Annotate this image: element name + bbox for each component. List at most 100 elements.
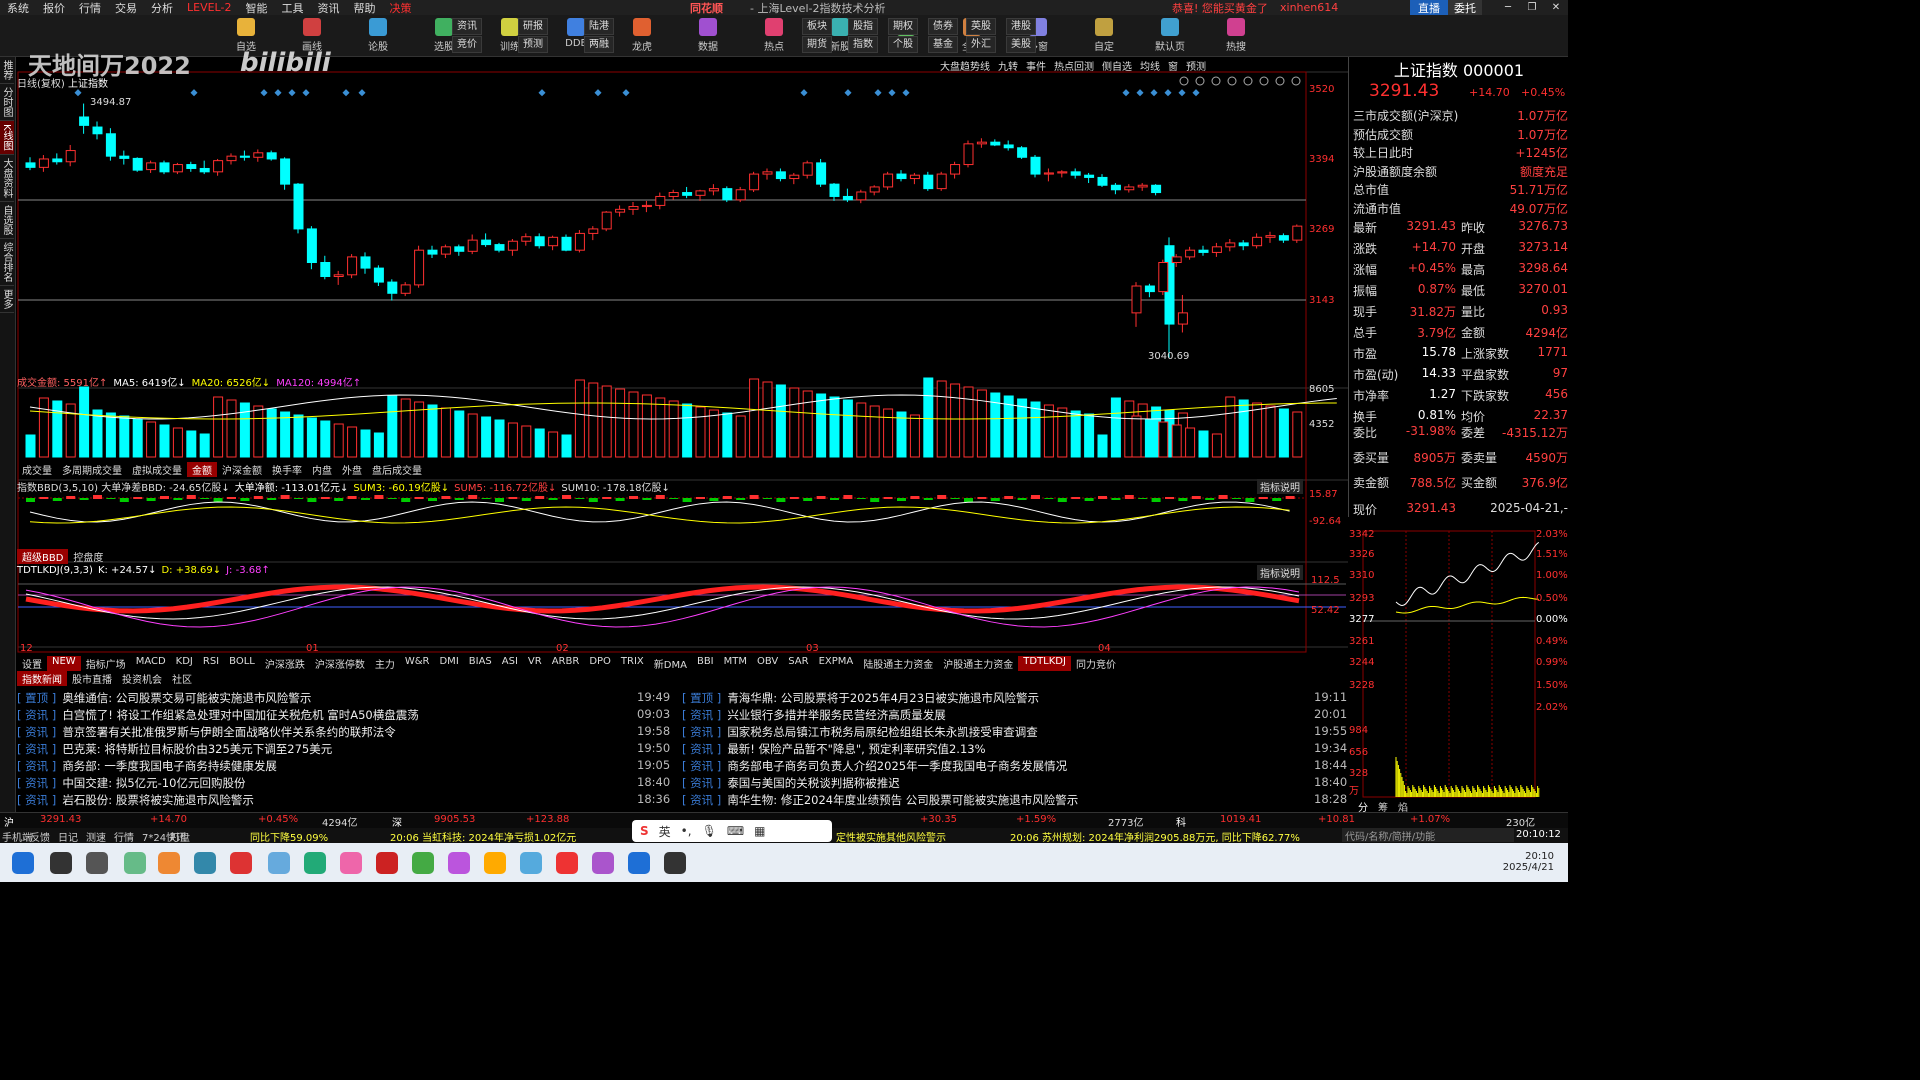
taskbar-app-icon-5[interactable] bbox=[194, 852, 216, 874]
chart-header-btn-4[interactable]: 侧自选 bbox=[1102, 58, 1132, 73]
chart-header-btn-6[interactable]: 窗 bbox=[1168, 58, 1178, 73]
news-title[interactable]: 泰国与美国的关税谈判据称被推迟 bbox=[727, 776, 900, 790]
toolbar-btn-6[interactable]: 龙虎 bbox=[626, 17, 658, 55]
indtabs-13[interactable]: ASI bbox=[497, 656, 523, 671]
indtabs-16[interactable]: DPO bbox=[584, 656, 616, 671]
menu-analysis[interactable]: 分析 bbox=[144, 0, 180, 16]
news-item[interactable]: [ 资讯 ] 商务部: 一季度我国电子商务持续健康发展 19:05 bbox=[17, 758, 670, 775]
news-title[interactable]: 商务部电子商务司负责人介绍2025年一季度我国电子商务发展情况 bbox=[727, 759, 1067, 773]
minimize-icon[interactable]: ─ bbox=[1496, 0, 1520, 15]
voltabs-0[interactable]: 成交量 bbox=[17, 462, 57, 477]
chart-tool-icon[interactable] bbox=[1179, 76, 1189, 86]
toolbar-bottom-btn-2[interactable]: 两融 bbox=[584, 36, 614, 53]
chart-header-btn-7[interactable]: 预测 bbox=[1186, 58, 1206, 73]
news-title[interactable]: 最新! 保险产品暂不"降息", 预定利率研究值2.13% bbox=[727, 742, 985, 756]
ticker-4[interactable]: 20:06 苏州规划: 2024年净利润2905.88万元, 同比下降62.77… bbox=[1010, 829, 1300, 844]
taskbar-app-icon-9[interactable] bbox=[340, 852, 362, 874]
toolbar-bottom-btn-3[interactable]: 期货 bbox=[802, 36, 832, 53]
status-left-2[interactable]: 日记 bbox=[58, 829, 78, 844]
taskbar-app-icon-7[interactable] bbox=[268, 852, 290, 874]
indtabs-15[interactable]: ARBR bbox=[547, 656, 585, 671]
news-item[interactable]: [ 资讯 ] 白宫慌了! 将设工作组紧急处理对中国加征关税危机 富时A50横盘震荡… bbox=[17, 707, 670, 724]
toolbar-bottom-btn-0[interactable]: 竞价 bbox=[452, 36, 482, 53]
taskbar-app-icon-10[interactable] bbox=[376, 852, 398, 874]
event-marker[interactable] bbox=[874, 89, 882, 97]
news-title[interactable]: 中国交建: 拟5亿元-10亿元回购股份 bbox=[62, 776, 245, 790]
indtabs-17[interactable]: TRIX bbox=[616, 656, 649, 671]
event-marker[interactable] bbox=[1136, 89, 1144, 97]
menu-help[interactable]: 帮助 bbox=[346, 0, 382, 16]
event-marker[interactable] bbox=[902, 89, 910, 97]
news-item[interactable]: [ 资讯 ] 商务部电子商务司负责人介绍2025年一季度我国电子商务发展情况 18:… bbox=[682, 758, 1347, 775]
indtabs-0[interactable]: 设置 bbox=[17, 656, 47, 671]
news-title[interactable]: 青海华鼎: 公司股票将于2025年4月23日被实施退市风险警示 bbox=[727, 691, 1039, 705]
indtabs-6[interactable]: BOLL bbox=[224, 656, 260, 671]
status-left-6[interactable]: 盯盘 bbox=[170, 829, 190, 844]
toolbar-bottom-btn-6[interactable]: 基金 bbox=[928, 36, 958, 53]
event-marker[interactable] bbox=[74, 89, 82, 97]
news-item[interactable]: [ 资讯 ] 泰国与美国的关税谈判据称被推迟 18:40 bbox=[682, 775, 1347, 792]
indtabs-5[interactable]: RSI bbox=[198, 656, 224, 671]
toolbar-bottom-btn-4[interactable]: 指数 bbox=[848, 36, 878, 53]
event-marker[interactable] bbox=[358, 89, 366, 97]
taskbar-app-icon-1[interactable] bbox=[50, 852, 72, 874]
taskbar-app-icon-14[interactable] bbox=[520, 852, 542, 874]
voltabs-3[interactable]: 金额 bbox=[187, 462, 217, 477]
news-title[interactable]: 国家税务总局镇江市税务局原纪检组组长朱永凯接受审查调查 bbox=[727, 725, 1038, 739]
toolbar-btn-15[interactable]: 热搜 bbox=[1220, 17, 1252, 55]
event-marker[interactable] bbox=[594, 89, 602, 97]
chart-tool-icon[interactable] bbox=[1259, 76, 1269, 86]
status-left-0[interactable]: 手机端 bbox=[2, 829, 32, 844]
toolbar-top-btn-8[interactable]: 港股 bbox=[1006, 18, 1036, 35]
news-title[interactable]: 普京签署有关批准俄罗斯与伊朗全面战略伙伴关系条约的联邦法令 bbox=[62, 725, 396, 739]
toolbar-top-btn-7[interactable]: 英股 bbox=[966, 18, 996, 35]
indtabs-8[interactable]: 沪深涨停数 bbox=[310, 656, 370, 671]
toolbar-bottom-btn-8[interactable]: 美股 bbox=[1006, 36, 1036, 53]
toolbar-bottom-btn-7[interactable]: 外汇 bbox=[966, 36, 996, 53]
menu-system[interactable]: 系统 bbox=[0, 0, 36, 16]
menu-quote[interactable]: 报价 bbox=[36, 0, 72, 16]
toolbar-top-btn-3[interactable]: 板块 bbox=[802, 18, 832, 35]
news-item[interactable]: [ 资讯 ] 巴克莱: 将特斯拉目标股价由325美元下调至275美元 19:50 bbox=[17, 741, 670, 758]
chart-header-btn-5[interactable]: 均线 bbox=[1140, 58, 1160, 73]
taskbar-app-icon-18[interactable] bbox=[664, 852, 686, 874]
ime-toolbar[interactable]: S 英 •, 🎙 ⌨ ▦ bbox=[632, 820, 832, 842]
ime-mic-icon[interactable]: 🎙 bbox=[702, 824, 717, 838]
indtabs-25[interactable]: 沪股通主力资金 bbox=[938, 656, 1018, 671]
chart-tool-icon[interactable] bbox=[1291, 76, 1301, 86]
ime-punct-icon[interactable]: •, bbox=[681, 824, 692, 838]
voltabs-7[interactable]: 外盘 bbox=[337, 462, 367, 477]
voltabs-4[interactable]: 沪深金额 bbox=[217, 462, 267, 477]
taskbar-app-icon-16[interactable] bbox=[592, 852, 614, 874]
indtabs-2[interactable]: 指标广场 bbox=[81, 656, 131, 671]
bbdtabs-0[interactable]: 超级BBD bbox=[17, 549, 69, 564]
indtabs-21[interactable]: OBV bbox=[752, 656, 783, 671]
menu-decision[interactable]: 决策 bbox=[382, 0, 418, 16]
voltabs-8[interactable]: 盘后成交量 bbox=[367, 462, 427, 477]
indtabs-22[interactable]: SAR bbox=[783, 656, 813, 671]
newstabs-1[interactable]: 股市直播 bbox=[67, 671, 117, 686]
status-left-1[interactable]: 反馈 bbox=[30, 829, 50, 844]
toolbar-btn-8[interactable]: 热点 bbox=[758, 17, 790, 55]
indtabs-10[interactable]: W&R bbox=[400, 656, 435, 671]
news-item[interactable]: [ 资讯 ] 国家税务总局镇江市税务局原纪检组组长朱永凯接受审查调查 19:55 bbox=[682, 724, 1347, 741]
news-item[interactable]: [ 置顶 ] 青海华鼎: 公司股票将于2025年4月23日被实施退市风险警示 19:… bbox=[682, 690, 1347, 707]
bbdtabs-1[interactable]: 控盘度 bbox=[68, 549, 108, 564]
ime-grid-icon[interactable]: ▦ bbox=[754, 824, 765, 838]
toolbar-bottom-btn-1[interactable]: 预测 bbox=[518, 36, 548, 53]
menu-level2[interactable]: LEVEL-2 bbox=[180, 1, 238, 14]
event-marker[interactable] bbox=[342, 89, 350, 97]
event-marker[interactable] bbox=[888, 89, 896, 97]
taskbar-app-icon-0[interactable] bbox=[12, 852, 34, 874]
news-item[interactable]: [ 资讯 ] 岩石股份: 股票将被实施退市风险警示 18:36 bbox=[17, 792, 670, 809]
taskbar-app-icon-12[interactable] bbox=[448, 852, 470, 874]
event-marker[interactable] bbox=[1164, 89, 1172, 97]
taskbar-app-icon-13[interactable] bbox=[484, 852, 506, 874]
event-marker[interactable] bbox=[844, 89, 852, 97]
toolbar-top-btn-5[interactable]: 期权 bbox=[888, 18, 918, 35]
live-button[interactable]: 直播 bbox=[1410, 0, 1448, 16]
taskbar-app-icon-11[interactable] bbox=[412, 852, 434, 874]
toolbar-btn-7[interactable]: 数据 bbox=[692, 17, 724, 55]
voltabs-1[interactable]: 多周期成交量 bbox=[57, 462, 127, 477]
news-item[interactable]: [ 资讯 ] 中国交建: 拟5亿元-10亿元回购股份 18:40 bbox=[17, 775, 670, 792]
